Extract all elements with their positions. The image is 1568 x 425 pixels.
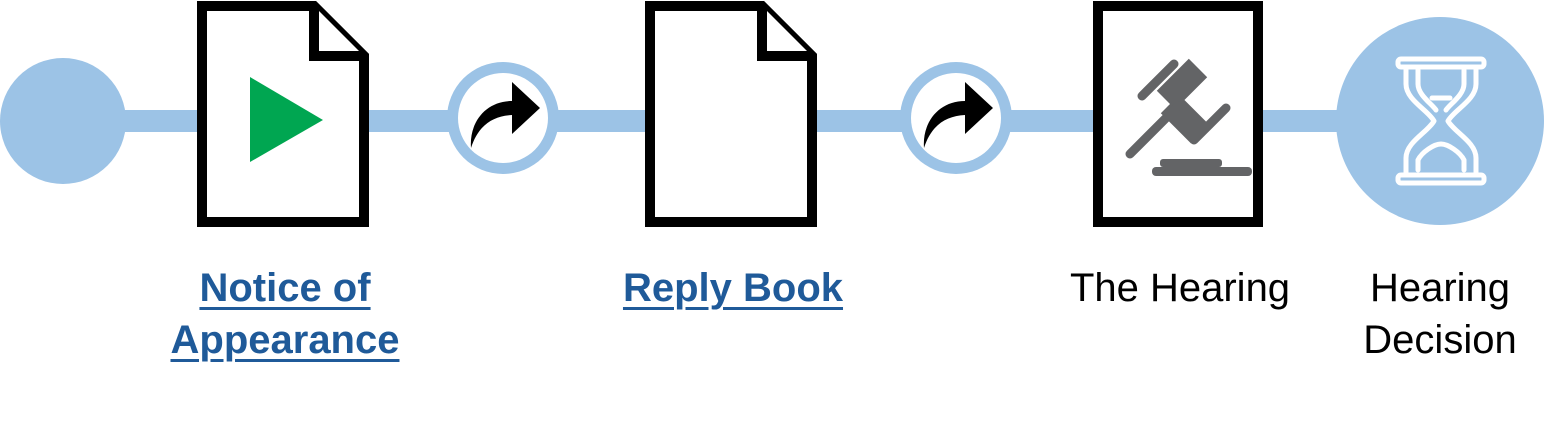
notice-of-appearance-document-icon[interactable] xyxy=(197,1,369,227)
step-label-notice-of-appearance[interactable]: Notice of Appearance xyxy=(130,262,440,366)
step-label-reply-book[interactable]: Reply Book xyxy=(590,262,876,314)
hearing-decision-node xyxy=(1336,17,1544,225)
start-node xyxy=(0,58,126,184)
notice-label-line-2: Appearance xyxy=(170,318,400,362)
connector-node-1 xyxy=(447,62,559,174)
process-timeline: Notice of Appearance Reply Book The Hear… xyxy=(0,0,1568,420)
reply-book-document-icon[interactable] xyxy=(645,1,817,227)
step-label-hearing-decision: Hearing Decision xyxy=(1325,262,1555,366)
decision-label-line-1: Hearing xyxy=(1369,266,1511,310)
decision-label-line-2: Decision xyxy=(1363,318,1517,362)
connector-node-2 xyxy=(900,62,1012,174)
notice-label-line-1: Notice of xyxy=(199,266,371,310)
step-label-the-hearing: The Hearing xyxy=(1069,266,1291,310)
the-hearing-box xyxy=(1093,1,1263,227)
